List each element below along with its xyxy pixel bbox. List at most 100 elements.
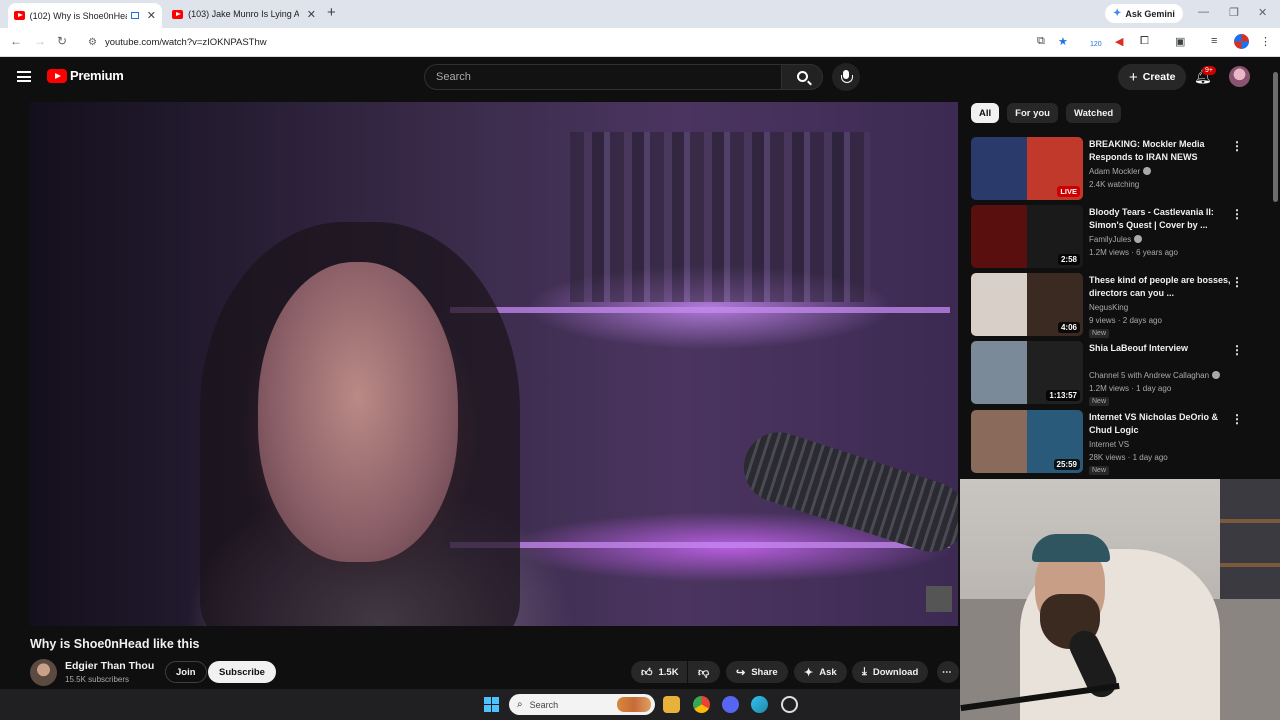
ask-gemini-button[interactable]: ✦ Ask Gemini	[1105, 4, 1183, 23]
presenter-face	[258, 262, 458, 562]
more-actions-button[interactable]: ⋯	[937, 661, 959, 683]
recommendation-title[interactable]: BREAKING: Mockler Media Responds to IRAN…	[1089, 138, 1231, 164]
recommendation-channel[interactable]: Adam Mockler	[1089, 167, 1152, 176]
studio-microphone	[734, 423, 958, 561]
duration-badge: 2:58	[1057, 254, 1080, 265]
recommendation-filter-chips: All For you Watched	[971, 103, 1129, 123]
site-info-icon[interactable]: ⚙	[88, 37, 97, 48]
recommendation-channel[interactable]: Internet VS	[1089, 440, 1129, 449]
back-arrow-icon[interactable]: ←	[10, 34, 22, 48]
bookmark-star-icon[interactable]: ★	[1058, 35, 1068, 48]
voice-search-button[interactable]	[832, 63, 860, 91]
taskbar-search[interactable]: ⌕ Search	[509, 694, 655, 715]
chrome-menu-icon[interactable]: ⋮	[1260, 35, 1271, 48]
account-avatar[interactable]	[1229, 66, 1250, 87]
chip-for-you[interactable]: For you	[1007, 103, 1058, 123]
install-app-icon[interactable]: ⧉	[1037, 35, 1045, 48]
ask-button[interactable]: ✦ Ask	[794, 661, 847, 683]
channel-name: Internet VS	[1089, 440, 1130, 449]
recommendation-channel[interactable]: FamilyJules	[1089, 235, 1143, 244]
recommendation-title[interactable]: These kind of people are bosses, directo…	[1089, 274, 1231, 300]
file-explorer-icon[interactable]	[663, 696, 680, 713]
recommendation-channel[interactable]: NegusKing	[1089, 303, 1128, 312]
chip-watched[interactable]: Watched	[1065, 103, 1122, 123]
reload-icon[interactable]: ↻	[57, 34, 67, 48]
shelf-light	[450, 307, 950, 313]
recommendation-item[interactable]: 1:13:57 Shia LaBeouf Interview Channel 5 w…	[971, 341, 1271, 406]
duration-badge: 4:06	[1057, 322, 1080, 333]
settings-gear-icon[interactable]	[781, 696, 798, 713]
more-vertical-icon[interactable]: ⋮	[1231, 412, 1243, 426]
new-badge: New	[1089, 466, 1110, 475]
extension-counter-badge[interactable]: 120	[1090, 41, 1102, 48]
media-controls-icon[interactable]: ≡	[1211, 35, 1217, 47]
like-button[interactable]: 👍︎ 1.5K	[631, 661, 687, 683]
page-scrollbar[interactable]	[1272, 60, 1279, 480]
ask-gemini-label: Ask Gemini	[1125, 8, 1175, 19]
more-vertical-icon[interactable]: ⋮	[1231, 139, 1243, 153]
channel-avatar[interactable]	[30, 659, 57, 686]
recommendation-item[interactable]: 25:59 Internet VS Nicholas DeOrio & Chud …	[971, 410, 1271, 475]
chrome-icon[interactable]	[693, 696, 710, 713]
forward-arrow-icon[interactable]: →	[34, 34, 46, 48]
browser-tab-strip: (102) Why is Shoe0nHead l ✕ (103) Jake M…	[0, 0, 1280, 28]
like-count: 1.5K	[658, 666, 679, 678]
new-tab-button[interactable]: +	[327, 4, 336, 21]
recommendation-title[interactable]: Shia LaBeouf Interview	[1089, 342, 1231, 355]
extension-megaphone-icon[interactable]: ◀	[1115, 35, 1123, 48]
download-icon: ⤓	[862, 665, 867, 678]
video-thumbnail[interactable]: 1:13:57	[971, 341, 1083, 404]
youtube-search-input[interactable]: Search	[424, 64, 782, 90]
channel-name: Channel 5 with Andrew Callaghan	[1089, 371, 1210, 380]
more-vertical-icon[interactable]: ⋮	[1231, 275, 1243, 289]
thumbs-down-icon: 👎︎	[698, 666, 710, 679]
new-badge: New	[1089, 397, 1110, 406]
share-button[interactable]: ↪ Share	[726, 661, 788, 683]
recommendation-title[interactable]: Bloody Tears - Castlevania II: Simon's Q…	[1089, 206, 1231, 232]
channel-name: Adam Mockler	[1089, 167, 1141, 176]
scrollbar-thumb[interactable]	[1273, 72, 1278, 202]
close-window-icon[interactable]: ✕	[1258, 6, 1267, 19]
join-button[interactable]: Join	[165, 661, 207, 683]
duration-badge: 25:59	[1053, 459, 1080, 470]
edge-icon[interactable]	[751, 696, 768, 713]
video-thumbnail[interactable]: LIVE	[971, 137, 1083, 200]
sparkle-icon: ✦	[804, 666, 814, 679]
more-vertical-icon[interactable]: ⋮	[1231, 343, 1243, 357]
extensions-puzzle-icon[interactable]: ⧠	[1140, 35, 1149, 48]
download-button[interactable]: ⤓ Download	[852, 661, 929, 683]
chip-all[interactable]: All	[971, 103, 1000, 123]
more-vertical-icon[interactable]: ⋮	[1231, 207, 1243, 221]
browser-tab[interactable]: (103) Jake Munro Is Lying Abou ✕	[166, 3, 322, 25]
close-tab-icon[interactable]: ✕	[307, 8, 316, 21]
hamburger-menu-icon[interactable]	[17, 71, 31, 82]
windows-taskbar: ⌕ Search	[0, 689, 960, 720]
close-tab-icon[interactable]: ✕	[147, 9, 156, 22]
youtube-masthead: Premium Search + Create 🔔︎ 9+	[0, 58, 1280, 98]
recommendation-item[interactable]: 2:58 Bloody Tears - Castlevania II: Simon…	[971, 205, 1271, 269]
youtube-search-button[interactable]	[781, 64, 823, 90]
side-panel-icon[interactable]: ▣	[1175, 35, 1185, 48]
video-thumbnail[interactable]: 25:59	[971, 410, 1083, 473]
discord-icon[interactable]	[722, 696, 739, 713]
create-button[interactable]: + Create	[1118, 64, 1187, 90]
youtube-favicon-icon	[172, 9, 184, 19]
chrome-profile-avatar[interactable]	[1234, 34, 1249, 49]
video-player[interactable]	[30, 102, 958, 626]
youtube-premium-logo[interactable]: Premium	[47, 68, 124, 83]
windows-start-icon[interactable]	[484, 697, 499, 712]
subscribe-button[interactable]: Subscribe	[208, 661, 276, 683]
browser-toolbar: ← → ↻ ⚙ youtube.com/watch?v=zIOKNPASThw …	[0, 28, 1280, 57]
address-bar[interactable]: ⚙ youtube.com/watch?v=zIOKNPASThw	[78, 32, 1030, 53]
video-thumbnail[interactable]: 2:58	[971, 205, 1083, 268]
recommendation-title[interactable]: Internet VS Nicholas DeOrio & Chud Logic	[1089, 411, 1231, 437]
video-thumbnail[interactable]: 4:06	[971, 273, 1083, 336]
restore-icon[interactable]: ❐	[1229, 6, 1239, 19]
channel-name[interactable]: Edgier Than Thou	[65, 660, 154, 672]
recommendation-item[interactable]: 4:06 These kind of people are bosses, dir…	[971, 273, 1271, 338]
dislike-button[interactable]: 👎︎	[688, 661, 720, 683]
browser-tab-active[interactable]: (102) Why is Shoe0nHead l ✕	[8, 3, 162, 28]
minimize-icon[interactable]: —	[1198, 6, 1209, 18]
recommendation-channel[interactable]: Channel 5 with Andrew Callaghan	[1089, 371, 1221, 380]
recommendation-item[interactable]: LIVE BREAKING: Mockler Media Responds to …	[971, 137, 1271, 201]
